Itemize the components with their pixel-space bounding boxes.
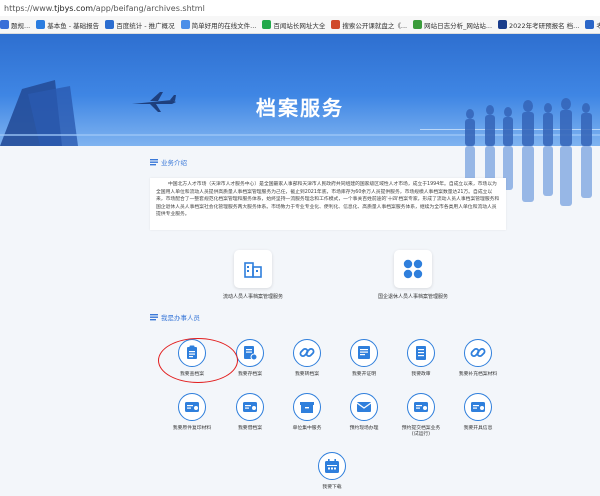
services-heading: 我是办事人员	[150, 312, 200, 322]
url-path: /app/beifang/archives.shtml	[93, 3, 205, 13]
service-item[interactable]: 预约提交档案业务 (试运行)	[389, 393, 453, 438]
favicon-icon	[498, 20, 508, 29]
service-label: 我要补充档案材料	[458, 372, 498, 377]
bookmark-item[interactable]: 百闻站长网址大全	[262, 20, 325, 30]
favicon-icon	[413, 20, 423, 29]
service-item[interactable]: 我要原件复印材料	[160, 393, 224, 432]
list-icon	[150, 314, 158, 321]
favicon-icon	[0, 20, 9, 29]
bookmark-label: 题规...	[11, 21, 31, 30]
url-prefix: https://www.	[4, 3, 55, 13]
bookmark-item[interactable]: 网站日志分析_网站站...	[413, 20, 492, 30]
page-title: 档案服务	[256, 96, 344, 120]
link-icon	[464, 339, 492, 367]
service-label: 预约提交档案业务 (试运行)	[401, 426, 441, 437]
service-item[interactable]: 我要政审	[389, 339, 453, 378]
grid-four-icon	[394, 250, 432, 288]
bookmark-item[interactable]: 百度统计 - 推广概况	[105, 20, 175, 30]
favicon-icon	[105, 20, 115, 29]
card-mobile-personnel-archive[interactable]: 流动人员人事档案管理服务	[223, 250, 283, 300]
service-label: 单位集中服务	[292, 426, 322, 431]
bookmark-label: 基本鱼 - 基础报告	[47, 21, 100, 30]
service-item[interactable]: 我要下载	[300, 452, 364, 491]
bookmark-label: 搜索公开课就盘之《...	[342, 21, 408, 30]
bookmark-item[interactable]: 题规...	[0, 20, 30, 30]
service-label: 我要转档案	[295, 372, 319, 377]
hero-banner: 档案服务	[0, 34, 600, 146]
intro-heading-label: 业务介绍	[161, 159, 187, 167]
favicon-icon	[331, 20, 341, 29]
calendar-icon	[318, 452, 346, 480]
highlight-circle	[158, 338, 238, 383]
certificate-icon	[350, 339, 378, 367]
favicon-icon	[262, 20, 272, 29]
card-icon	[407, 393, 435, 421]
card-icon	[236, 393, 264, 421]
card-retired-personnel-archive[interactable]: 国企退休人员人事档案管理服务	[378, 250, 448, 300]
favicon-icon	[585, 20, 595, 29]
card-icon	[464, 393, 492, 421]
bookmark-label: 2022年考研预报名 档...	[509, 21, 580, 30]
favicon-icon	[36, 20, 46, 29]
service-item[interactable]: 预约现场办理	[332, 393, 396, 432]
url-host: tjbys.com	[54, 3, 94, 13]
bookmark-label: 简单好用的在线文件...	[191, 21, 257, 30]
services-heading-label: 我是办事人员	[161, 314, 200, 322]
bookmark-item[interactable]: 简单好用的在线文件...	[180, 20, 257, 30]
service-label: 我要开证明	[352, 372, 376, 377]
list-icon	[150, 159, 158, 166]
card-label: 流动人员人事档案管理服务	[223, 294, 284, 300]
card-label: 国企退休人员人事档案管理服务	[378, 294, 449, 300]
service-label: 我要下载	[322, 485, 342, 490]
service-item[interactable]: 我要补充档案材料	[446, 339, 510, 378]
bookmark-item[interactable]: 考研档案查询	[585, 20, 600, 30]
card-icon	[178, 393, 206, 421]
bookmark-item[interactable]: 搜索公开课就盘之《...	[331, 20, 407, 30]
document-list-icon	[407, 339, 435, 367]
skyline-illustration	[0, 80, 600, 146]
bookmark-label: 百度统计 - 推广概况	[116, 21, 175, 30]
service-item[interactable]: 单位集中服务	[275, 393, 339, 432]
address-bar[interactable]: https://www. tjbys.com/app/beifang/archiv…	[0, 0, 600, 16]
service-item[interactable]: 我要借档案	[218, 393, 282, 432]
service-label: 我要原件复印材料	[172, 426, 212, 431]
service-item[interactable]: 我要开证明	[332, 339, 396, 378]
service-label: 我要开具信息	[463, 426, 493, 431]
intro-text: 中国北方人才市场（天津市人才服务中心）是全国最家人事部和天津市人民政府共同组建的…	[150, 178, 506, 230]
bookmark-item[interactable]: 基本鱼 - 基础报告	[36, 20, 99, 30]
favicon-icon	[180, 20, 190, 29]
bookmarks-bar: 题规... 基本鱼 - 基础报告 百度统计 - 推广概况 简单好用的在线文件... 百闻…	[0, 16, 600, 34]
service-item[interactable]: 我要开具信息	[446, 393, 510, 432]
archive-box-icon	[293, 393, 321, 421]
service-label: 我要政审	[411, 372, 431, 377]
document-stamp-icon	[236, 339, 264, 367]
service-label: 预约现场办理	[349, 426, 379, 431]
bookmark-label: 考研档案查询	[596, 20, 600, 30]
link-icon	[293, 339, 321, 367]
service-item[interactable]: 我要转档案	[275, 339, 339, 378]
envelope-check-icon	[350, 393, 378, 421]
service-label: 我要借档案	[238, 426, 262, 431]
bookmark-label: 百闻站长网址大全	[273, 21, 326, 30]
bookmark-item[interactable]: 2022年考研预报名 档...	[498, 20, 579, 30]
service-label: 我要存档案	[238, 372, 262, 377]
building-icon	[234, 250, 272, 288]
intro-heading: 业务介绍	[150, 157, 187, 167]
bookmark-label: 网站日志分析_网站站...	[424, 21, 493, 30]
